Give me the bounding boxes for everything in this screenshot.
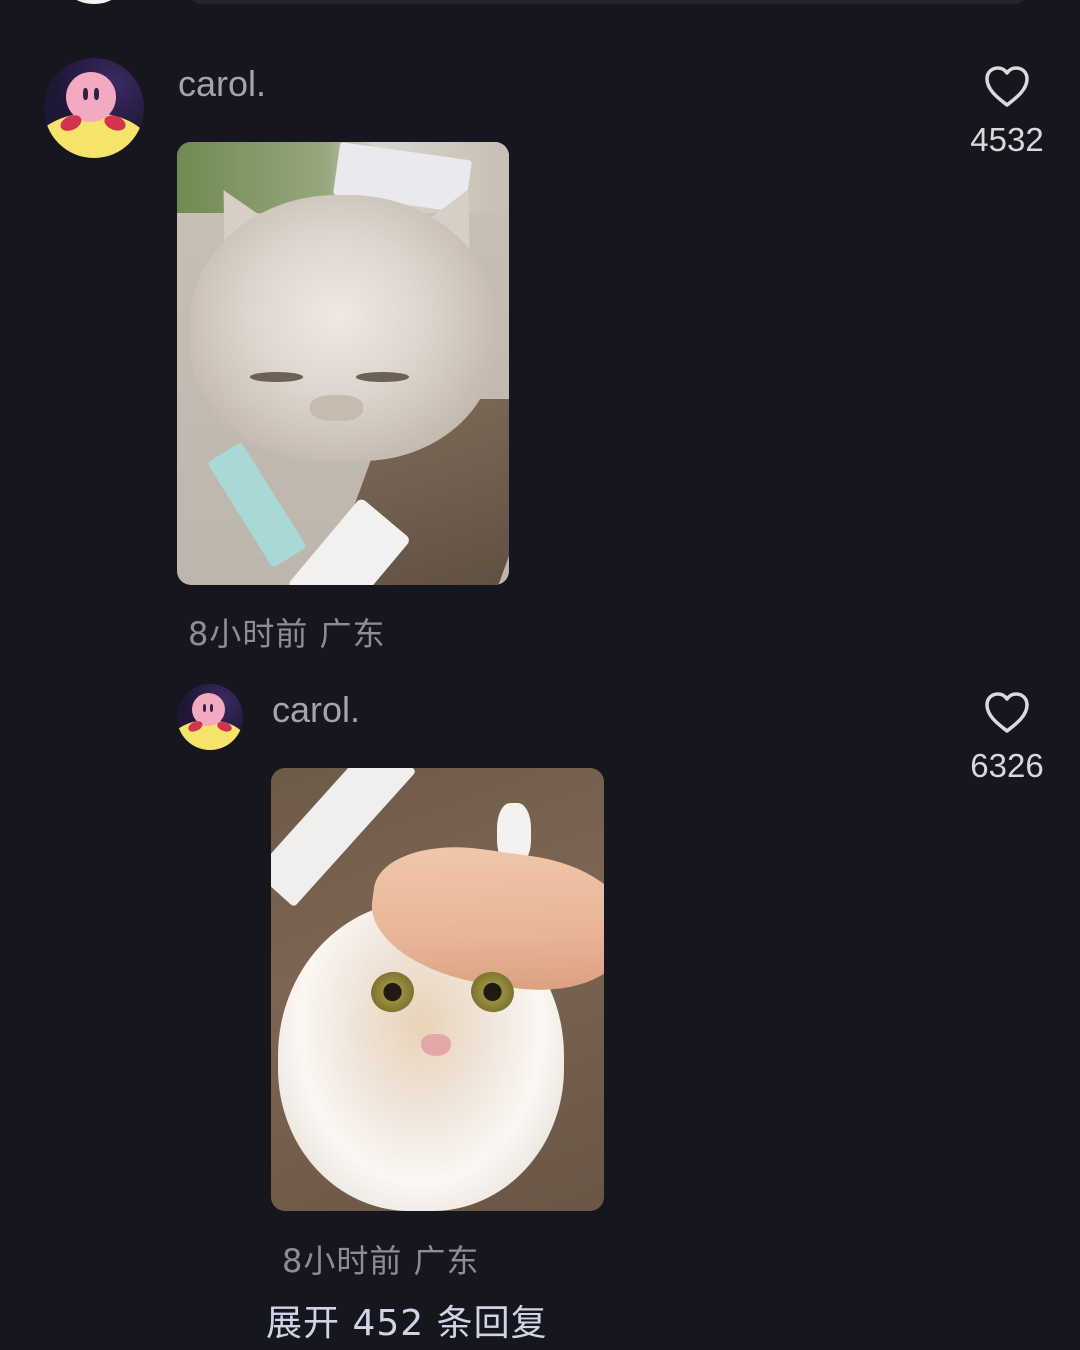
comment-photo[interactable]	[177, 142, 509, 585]
top-avatar-partial	[62, 0, 126, 4]
reply-meta: 8小时前 广东	[282, 1242, 480, 1280]
reply-photo[interactable]	[271, 768, 604, 1211]
like-count: 4532	[970, 121, 1044, 158]
top-input-bar-partial[interactable]	[190, 0, 1026, 4]
reply-avatar[interactable]	[177, 684, 243, 750]
cat-nose	[309, 394, 363, 422]
comment-username[interactable]: carol.	[178, 64, 266, 104]
heart-outline-icon[interactable]	[952, 64, 1062, 108]
like-count: 6326	[970, 747, 1044, 784]
comment-meta: 8小时前 广东	[188, 615, 386, 653]
snack-tube	[206, 442, 307, 569]
reply-username[interactable]: carol.	[272, 690, 360, 730]
comment-like[interactable]: 4532	[952, 64, 1062, 158]
cat-nose	[420, 1033, 451, 1056]
comment-avatar[interactable]	[44, 58, 144, 158]
reply-like[interactable]: 6326	[952, 690, 1062, 784]
expand-replies-button[interactable]: 展开 452 条回复	[266, 1302, 548, 1346]
heart-outline-icon[interactable]	[952, 690, 1062, 734]
cat-body	[190, 195, 496, 461]
